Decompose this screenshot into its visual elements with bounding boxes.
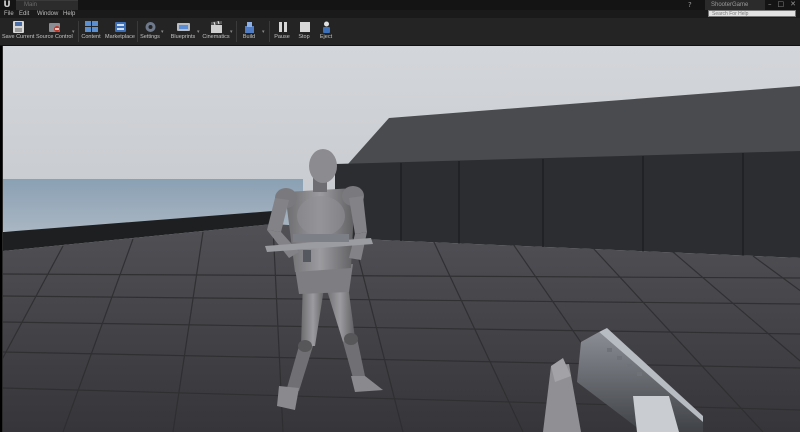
clapperboard-icon — [210, 20, 223, 33]
marketplace-icon — [114, 20, 127, 32]
help-icon[interactable]: ? — [688, 0, 692, 10]
marketplace-button[interactable]: Marketplace — [104, 19, 136, 44]
source-control-button[interactable]: Source Control — [36, 19, 73, 44]
settings-gear-icon — [144, 20, 157, 32]
blueprints-label: Blueprints — [170, 34, 196, 40]
source-control-icon — [48, 20, 61, 32]
settings-dropdown-icon[interactable]: ▾ — [161, 30, 164, 35]
blueprints-button[interactable]: Blueprints — [168, 19, 198, 44]
close-icon[interactable]: ✕ — [790, 0, 796, 10]
tab-main[interactable]: Main — [16, 0, 78, 10]
stop-label: Stop — [298, 34, 310, 40]
pause-button[interactable]: Pause — [272, 19, 292, 44]
eject-label: Eject — [319, 34, 333, 40]
minimize-icon[interactable]: – — [768, 0, 772, 10]
build-icon — [243, 20, 256, 33]
blueprints-icon — [176, 20, 190, 32]
content-browser-icon — [84, 20, 98, 32]
settings-label: Settings — [140, 34, 160, 40]
pause-icon — [276, 20, 289, 32]
save-current-label: Save Current — [2, 34, 35, 40]
marketplace-label: Marketplace — [105, 34, 135, 40]
save-current-button[interactable]: Save Current — [2, 19, 34, 44]
menu-window[interactable]: Window — [37, 10, 58, 18]
cinematics-button[interactable]: Cinematics — [202, 19, 230, 44]
cinematics-label: Cinematics — [202, 34, 230, 40]
project-name-badge: ShooterGame — [705, 0, 765, 10]
pause-label: Pause — [274, 34, 290, 40]
source-control-dropdown-icon[interactable]: ▾ — [72, 30, 75, 35]
menu-help[interactable]: Help — [63, 10, 75, 18]
content-button[interactable]: Content — [80, 19, 102, 44]
eject-icon — [320, 20, 333, 33]
menu-edit[interactable]: Edit — [19, 10, 29, 18]
save-icon — [12, 20, 25, 33]
blueprints-dropdown-icon[interactable]: ▾ — [197, 30, 200, 35]
stop-button[interactable]: Stop — [294, 19, 314, 44]
search-help-input[interactable]: Search For Help — [708, 10, 796, 17]
build-label: Build — [242, 34, 256, 40]
maximize-icon[interactable]: □ — [778, 0, 785, 10]
eject-button[interactable]: Eject — [316, 19, 336, 44]
menu-bar: File Edit Window Help — [0, 10, 800, 18]
menu-file[interactable]: File — [4, 10, 14, 18]
settings-button[interactable]: Settings — [139, 19, 161, 44]
level-viewport[interactable] — [2, 46, 800, 432]
source-control-label: Source Control — [36, 34, 73, 40]
content-label: Content — [81, 34, 101, 40]
toolbar: Save Current Source Control ▾ Content Ma… — [0, 18, 800, 46]
build-dropdown-icon[interactable]: ▾ — [262, 30, 265, 35]
build-button[interactable]: Build — [238, 19, 260, 44]
tab-main-label: Main — [24, 2, 38, 8]
title-bar: U Main ? ShooterGame – □ ✕ — [0, 0, 800, 10]
cinematics-dropdown-icon[interactable]: ▾ — [230, 30, 233, 35]
unreal-logo-icon: U — [3, 0, 11, 10]
stop-icon — [298, 20, 311, 32]
scene-render — [3, 46, 800, 432]
